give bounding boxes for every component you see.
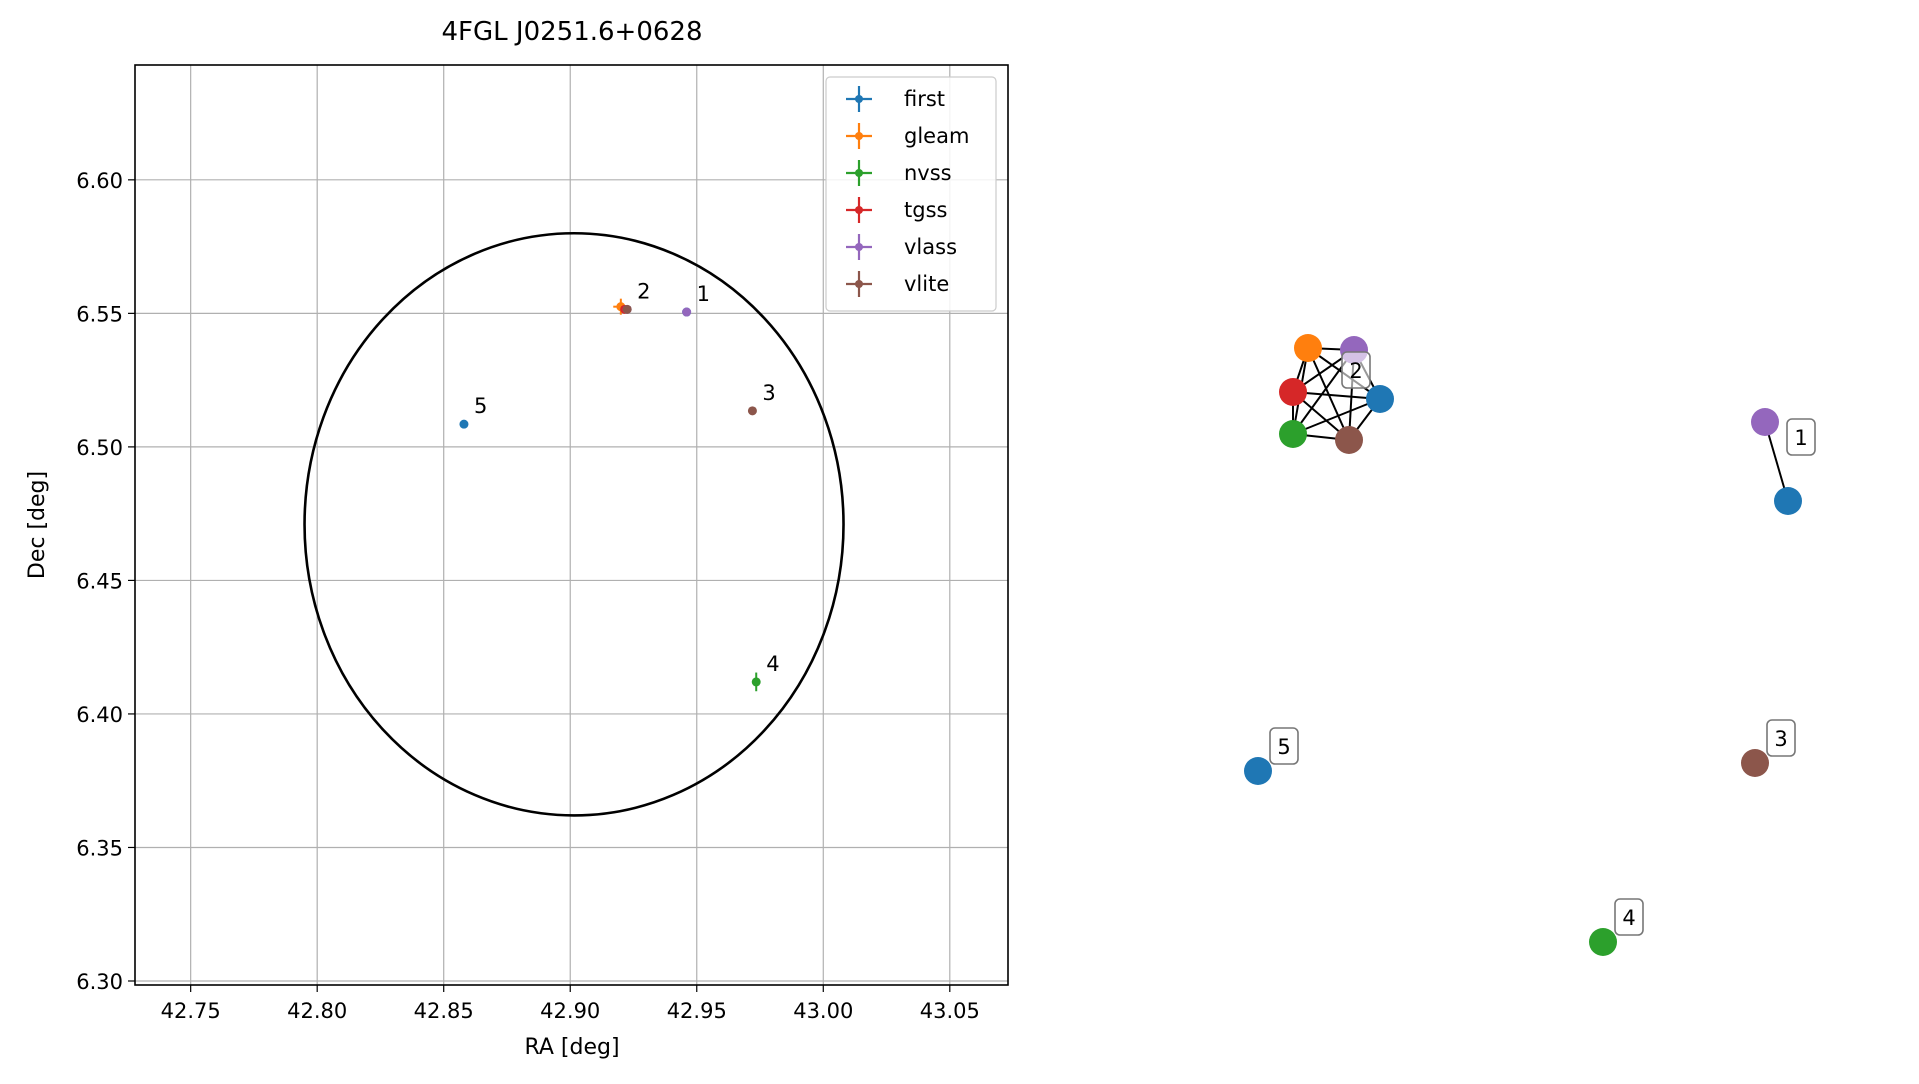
data-point-marker	[751, 677, 761, 687]
chart-title: 4FGL J0251.6+0628	[442, 17, 703, 47]
data-point-marker	[459, 419, 469, 429]
data-point-first	[459, 419, 469, 429]
data-point-marker	[747, 406, 757, 416]
cluster-label-text: 3	[1774, 727, 1787, 751]
legend-label: nvss	[904, 161, 952, 185]
x-tick-label: 42.90	[540, 999, 600, 1023]
y-tick-label: 6.30	[76, 970, 123, 994]
legend-label: vlite	[904, 272, 949, 296]
point-annotation: 4	[766, 652, 779, 676]
network-node	[1279, 420, 1307, 448]
network-node	[1294, 334, 1322, 362]
scatter-panel: 4FGL J0251.6+0628 12345 42.75 42.80 42.85 4…	[25, 17, 1009, 1060]
data-point-vlite	[747, 406, 757, 416]
cluster-label-text: 2	[1349, 359, 1362, 383]
cluster-label-1: 1	[1786, 418, 1816, 456]
network-node	[1366, 385, 1394, 413]
legend-marker-dot	[855, 243, 863, 251]
x-tick-label: 42.85	[414, 999, 474, 1023]
data-point-marker	[682, 307, 692, 317]
legend-marker-dot	[855, 280, 863, 288]
y-tick-label: 6.55	[76, 302, 123, 326]
cluster-label-text: 1	[1794, 426, 1807, 450]
network-node	[1774, 487, 1802, 515]
figure: 4FGL J0251.6+0628 12345 42.75 42.80 42.85 4…	[0, 0, 1919, 1080]
y-tick-label: 6.60	[76, 169, 123, 193]
point-annotation: 5	[474, 394, 487, 418]
y-tick-label: 6.40	[76, 703, 123, 727]
network-node	[1741, 749, 1769, 777]
legend-label: first	[904, 87, 945, 111]
data-point-vlass	[682, 307, 692, 317]
point-annotation: 2	[637, 279, 650, 303]
y-axis-ticks: 6.30 6.35 6.40 6.45 6.50 6.55 6.60	[76, 169, 135, 994]
x-axis-ticks: 42.75 42.80 42.85 42.90 42.95 43.00 43.05	[161, 985, 980, 1023]
network-node	[1335, 426, 1363, 454]
cluster-label-text: 5	[1277, 735, 1290, 759]
legend: first gleam nvss tgss vlass vlite	[825, 76, 997, 312]
x-tick-label: 43.05	[920, 999, 980, 1023]
network-node	[1589, 928, 1617, 956]
x-tick-label: 42.95	[667, 999, 727, 1023]
cluster-label-2: 2	[1341, 351, 1371, 389]
figure-svg: 4FGL J0251.6+0628 12345 42.75 42.80 42.85 4…	[25, 17, 1816, 1060]
network-node	[1751, 408, 1779, 436]
cluster-label-4: 4	[1614, 898, 1644, 936]
data-point-marker	[622, 304, 632, 314]
data-point-vlite	[622, 304, 632, 314]
network-panel: 2 1 5 3 4	[1244, 334, 1816, 956]
point-annotation: 3	[762, 381, 775, 405]
y-tick-label: 6.35	[76, 836, 123, 860]
x-tick-label: 43.00	[793, 999, 853, 1023]
point-annotation: 1	[697, 282, 710, 306]
cluster-label-text: 4	[1622, 906, 1635, 930]
x-axis-label: RA [deg]	[524, 1035, 619, 1060]
network-node	[1244, 757, 1272, 785]
legend-marker-dot	[855, 206, 863, 214]
x-tick-label: 42.80	[287, 999, 347, 1023]
y-axis-label: Dec [deg]	[25, 471, 50, 579]
cluster-label-3: 3	[1766, 719, 1796, 757]
legend-label: gleam	[904, 124, 969, 148]
legend-marker-dot	[855, 132, 863, 140]
legend-marker-dot	[855, 95, 863, 103]
legend-label: tgss	[904, 198, 947, 222]
network-nodes	[1244, 334, 1802, 956]
legend-marker-dot	[855, 169, 863, 177]
legend-label: vlass	[904, 235, 957, 259]
x-tick-label: 42.75	[161, 999, 221, 1023]
y-tick-label: 6.45	[76, 569, 123, 593]
network-node	[1279, 378, 1307, 406]
y-tick-label: 6.50	[76, 436, 123, 460]
cluster-label-5: 5	[1269, 727, 1299, 765]
